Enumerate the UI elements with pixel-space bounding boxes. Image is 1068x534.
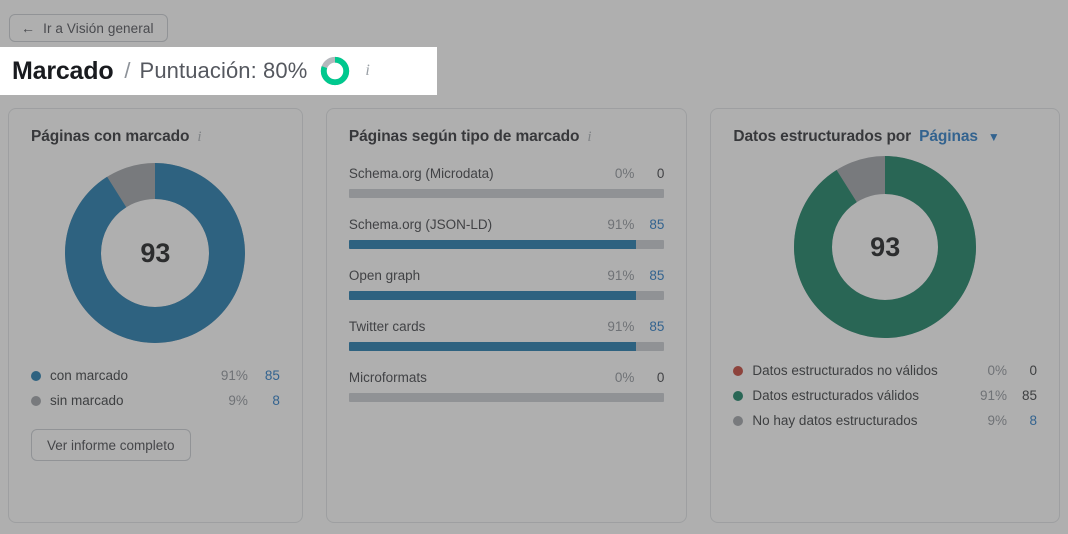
bar-percent: 91% — [607, 217, 635, 232]
bar-track — [348, 291, 665, 300]
bar-label: Twitter cards — [348, 319, 426, 334]
card-2-title: Páginas según tipo de marcado i — [349, 128, 665, 146]
legend-color-dot — [31, 395, 41, 406]
bar-percent: 0% — [614, 166, 635, 181]
legend-percent: 91% — [979, 388, 1007, 403]
back-navigation: ← Ir a Visión general — [9, 14, 168, 42]
bar-fill — [348, 342, 636, 351]
legend-percent: 9% — [987, 413, 1007, 428]
bar-label: Microformats — [348, 370, 427, 385]
cards-row: Páginas con marcado i 93 con marcado 91%… — [0, 108, 1068, 523]
bar-value[interactable]: 85 — [634, 319, 664, 334]
back-button-label: Ir a Visión general — [43, 20, 154, 36]
markup-type-bar-list: Schema.org (Microdata) 0% 0 Schema.org (… — [348, 166, 665, 402]
legend-card-3: Datos estructurados no válidos 0% 0 Dato… — [733, 358, 1037, 433]
bar-percent: 91% — [607, 319, 635, 334]
bar-value: 0 — [656, 166, 665, 181]
legend-value[interactable]: 8 — [1007, 413, 1037, 428]
arrow-left-icon: ← — [21, 20, 36, 36]
bar-row: Schema.org (JSON-LD) 91% 85 — [348, 217, 665, 249]
legend-color-dot — [733, 365, 744, 376]
bar-row: Twitter cards 91% 85 — [348, 319, 665, 351]
legend-value: 0 — [1029, 363, 1037, 378]
donut-center-value-card-3: 93 — [870, 231, 901, 262]
legend-color-dot — [733, 415, 744, 426]
donut-chart-paginas-con-marcado: 93 — [31, 163, 280, 343]
page-title: Marcado — [12, 56, 114, 85]
info-icon[interactable]: i — [587, 129, 591, 146]
bar-row: Open graph 91% 85 — [348, 268, 665, 300]
legend-item: sin marcado 9% 8 — [31, 388, 280, 413]
donut-chart-datos-estructurados: 93 — [733, 156, 1037, 338]
page-root: ← Ir a Visión general Páginas con marcad… — [0, 0, 1068, 534]
score-label: Puntuación: 80% — [139, 58, 308, 83]
card-1-title-text: Páginas con marcado — [31, 128, 190, 145]
bar-track — [348, 240, 665, 249]
legend-value[interactable]: 85 — [248, 368, 280, 383]
bar-label: Open graph — [348, 268, 421, 283]
legend-color-dot — [31, 370, 41, 381]
bar-fill — [348, 240, 636, 249]
legend-label: con marcado — [50, 368, 129, 383]
legend-value: 85 — [1021, 388, 1037, 403]
bar-percent: 0% — [614, 370, 635, 385]
legend-percent: 0% — [987, 363, 1007, 378]
card-1-title: Páginas con marcado i — [31, 128, 280, 146]
bar-track — [348, 189, 665, 198]
legend-label: Datos estructurados válidos — [752, 388, 919, 403]
card-3-title-text: Datos estructurados por — [733, 128, 912, 145]
back-to-overview-button[interactable]: ← Ir a Visión general — [9, 14, 168, 42]
info-icon[interactable]: i — [365, 62, 369, 80]
title-separator: / — [124, 58, 131, 83]
legend-label: sin marcado — [50, 393, 124, 408]
card-2-title-text: Páginas según tipo de marcado — [348, 128, 580, 145]
legend-label: Datos estructurados no válidos — [752, 363, 938, 378]
card-3-title: Datos estructurados por Páginas ▼ — [733, 128, 1037, 146]
chevron-down-icon[interactable]: ▼ — [988, 131, 1000, 143]
bar-value[interactable]: 85 — [634, 217, 664, 232]
score-ring-icon — [321, 56, 350, 86]
card-paginas-con-marcado: Páginas con marcado i 93 con marcado 91%… — [8, 108, 303, 523]
info-icon[interactable]: i — [197, 129, 201, 146]
bar-value[interactable]: 85 — [634, 268, 664, 283]
card-paginas-segun-tipo-de-marcado: Páginas según tipo de marcado i Schema.o… — [325, 108, 688, 523]
legend-item: Datos estructurados válidos 91% 85 — [733, 383, 1037, 408]
legend-label: No hay datos estructurados — [752, 413, 918, 428]
legend-item: No hay datos estructurados 9% 8 — [733, 408, 1037, 433]
legend-color-dot — [733, 390, 744, 401]
bar-row: Microformats 0% 0 — [348, 370, 665, 402]
legend-percent: 9% — [228, 393, 248, 408]
bar-row: Schema.org (Microdata) 0% 0 — [348, 166, 665, 198]
bar-label: Schema.org (JSON-LD) — [348, 217, 493, 232]
bar-label: Schema.org (Microdata) — [348, 166, 494, 181]
legend-item: Datos estructurados no válidos 0% 0 — [733, 358, 1037, 383]
legend-card-1: con marcado 91% 85 sin marcado 9% 8 — [31, 363, 280, 413]
legend-percent: 91% — [220, 368, 248, 383]
page-title-highlight: Marcado / Puntuación: 80% i — [0, 47, 437, 95]
bar-fill — [348, 291, 636, 300]
card-datos-estructurados: Datos estructurados por Páginas ▼ 93 Dat… — [710, 108, 1060, 523]
bar-track — [348, 393, 665, 402]
view-full-report-button[interactable]: Ver informe completo — [31, 429, 191, 461]
bar-percent: 91% — [607, 268, 635, 283]
legend-item: con marcado 91% 85 — [31, 363, 280, 388]
bar-track — [348, 342, 665, 351]
dimension-selector-link[interactable]: Páginas — [919, 128, 978, 146]
donut-center-value-card-1: 93 — [140, 237, 171, 268]
bar-value: 0 — [656, 370, 665, 385]
legend-value[interactable]: 8 — [248, 393, 280, 408]
